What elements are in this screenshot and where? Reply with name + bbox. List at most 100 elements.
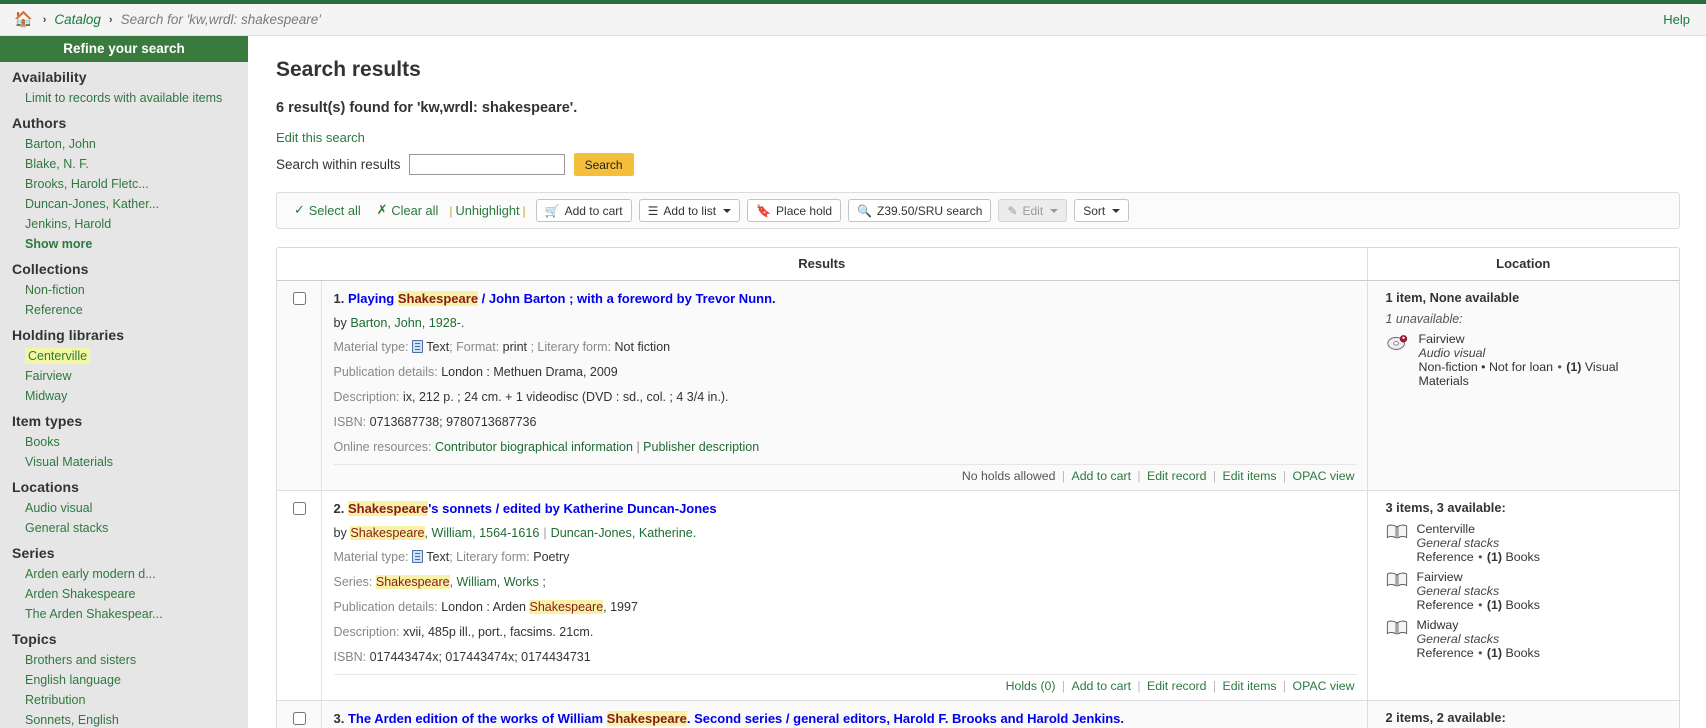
collection-name: Reference xyxy=(1416,550,1478,564)
action-separator: | xyxy=(1279,679,1290,693)
action-link[interactable]: Edit items xyxy=(1223,679,1277,693)
record-title: 1. Playing Shakespeare / John Barton ; w… xyxy=(334,290,1357,307)
search-within-input[interactable] xyxy=(408,154,565,175)
select-all-button[interactable]: ✓ Select all xyxy=(286,203,369,218)
publication-value-post: , 1997 xyxy=(603,600,638,614)
location-subtitle: 1 unavailable: xyxy=(1385,312,1463,326)
z3950-label: Z39.50/SRU search xyxy=(877,203,983,218)
place-hold-button[interactable]: 🔖 Place hold xyxy=(747,199,842,222)
publication-label: Publication details: xyxy=(333,365,442,379)
facet-item[interactable]: Non-fiction xyxy=(0,280,248,300)
action-link[interactable]: Edit record xyxy=(1147,679,1206,693)
add-to-cart-button[interactable]: 🛒 Add to cart xyxy=(535,199,632,222)
record-title-link[interactable]: Shakespeare's sonnets / edited by Kather… xyxy=(347,501,717,516)
book-icon-svg xyxy=(1386,524,1407,539)
home-icon[interactable]: 🏠 xyxy=(14,12,33,27)
facet-item[interactable]: Brothers and sisters xyxy=(0,650,248,670)
action-link[interactable]: OPAC view xyxy=(1293,679,1355,693)
author-link-2[interactable]: Duncan-Jones, Katherine. xyxy=(551,526,697,540)
facet-item[interactable]: Arden Shakespeare xyxy=(0,584,248,604)
material-type-line: Material type: Text; Literary form: Poet… xyxy=(334,549,1357,565)
column-header-results: Results xyxy=(277,248,1367,281)
facet-item[interactable]: Retribution xyxy=(0,690,248,710)
edit-button[interactable]: ✎ Edit xyxy=(998,199,1068,222)
shelving-location: General stacks xyxy=(1416,632,1500,646)
sort-button[interactable]: Sort xyxy=(1074,199,1130,222)
facet-item[interactable]: Visual Materials xyxy=(0,452,248,472)
facet-item[interactable]: Centerville xyxy=(0,346,248,366)
facet-group-title: Availability xyxy=(12,69,87,85)
row-select-checkbox[interactable] xyxy=(293,712,306,725)
table-row: 1. Playing Shakespeare / John Barton ; w… xyxy=(277,280,1679,491)
z3950-search-button[interactable]: 🔍 Z39.50/SRU search xyxy=(848,199,992,222)
action-link[interactable]: Add to cart xyxy=(1072,469,1131,483)
library-name: Centerville xyxy=(1416,522,1476,536)
facet-group: Topics Brothers and sisters English langua… xyxy=(0,624,248,728)
literary-form-label: ; Literary form: xyxy=(449,550,534,564)
record-number: 2. xyxy=(333,501,348,516)
shelving-location: Audio visual xyxy=(1418,346,1486,360)
series-link[interactable]: Shakespeare, William, Works ; xyxy=(375,575,546,589)
facet-item[interactable]: Brooks, Harold Fletc... xyxy=(0,174,248,194)
facet-item[interactable]: The Arden Shakespear... xyxy=(0,604,248,624)
action-link[interactable]: Holds (0) xyxy=(1006,679,1056,693)
result-count: 6 result(s) found for 'kw,wrdl: shakespe… xyxy=(276,100,578,116)
add-to-list-button[interactable]: ☰ Add to list xyxy=(638,199,741,222)
action-link[interactable]: OPAC view xyxy=(1293,469,1355,483)
check-icon: ✓ xyxy=(294,202,305,218)
description-value: xvii, 485p ill., port., facsims. 21cm. xyxy=(402,625,594,639)
bullet-icon: • xyxy=(1478,550,1486,564)
facet-item[interactable]: Sonnets, English xyxy=(0,710,248,728)
facet-group: Availability Limit to records with availa… xyxy=(0,62,248,108)
record-title-link[interactable]: Playing Shakespeare / John Barton ; with… xyxy=(348,291,776,306)
by-label: by xyxy=(333,316,351,330)
location-cell: 3 items, 3 available: Centerville General … xyxy=(1366,490,1679,701)
facet-item[interactable]: Show more xyxy=(0,234,248,254)
facet-item[interactable]: Fairview xyxy=(0,366,248,386)
facet-item[interactable]: Audio visual xyxy=(0,498,248,518)
facet-item[interactable]: Arden early modern d... xyxy=(0,564,248,584)
help-link[interactable]: Help xyxy=(1663,12,1690,27)
search-within-label: Search within results xyxy=(276,157,401,172)
facet-item[interactable]: Books xyxy=(0,432,248,452)
isbn-label: ISBN: xyxy=(333,650,370,664)
author-link[interactable]: Barton, John, 1928-. xyxy=(350,316,464,330)
online-resource-link[interactable]: Publisher description xyxy=(643,440,759,454)
title-text-post: 's sonnets / edited by Katherine Duncan-… xyxy=(428,501,717,516)
facet-item[interactable]: Midway xyxy=(0,386,248,406)
material-type-value: Text xyxy=(423,550,450,564)
material-type-label: Material type: xyxy=(333,550,413,564)
location-cell: 1 item, None available 1 unavailable: Fair… xyxy=(1366,280,1679,491)
facet-item[interactable]: English language xyxy=(0,670,248,690)
facet-item[interactable]: General stacks xyxy=(0,518,248,538)
sort-label: Sort xyxy=(1083,203,1106,218)
facet-item[interactable]: Limit to records with available items xyxy=(0,88,248,108)
call-number-line: Reference • (1) Books xyxy=(1417,598,1540,612)
facet-item[interactable]: Reference xyxy=(0,300,248,320)
publication-label: Publication details: xyxy=(333,600,442,614)
facet-item[interactable]: Jenkins, Harold xyxy=(0,214,248,234)
title-highlight-term: Shakespeare xyxy=(606,711,687,726)
facet-groups: Availability Limit to records with availa… xyxy=(0,62,248,728)
breadcrumb-catalog-link[interactable]: Catalog xyxy=(54,12,101,27)
facet-item[interactable]: Duncan-Jones, Kather... xyxy=(0,194,248,214)
row-select-checkbox[interactable] xyxy=(293,502,306,515)
row-select-checkbox[interactable] xyxy=(293,292,306,305)
location-cell: 2 items, 2 available:CentervilleGeneral … xyxy=(1366,700,1679,728)
edit-label: Edit xyxy=(1022,203,1044,218)
search-within-button[interactable]: Search xyxy=(573,153,634,176)
facet-item[interactable]: Barton, John xyxy=(0,134,248,154)
edit-this-search-link[interactable]: Edit this search xyxy=(276,130,1680,145)
online-resource-link[interactable]: Contributor biographical information xyxy=(435,440,633,454)
clear-all-button[interactable]: ✗ Clear all xyxy=(369,203,447,218)
title-text-pre: Playing xyxy=(347,291,398,306)
author-link[interactable]: Shakespeare, William, 1564-1616 xyxy=(350,526,539,540)
action-link[interactable]: Edit record xyxy=(1147,469,1206,483)
action-link[interactable]: Add to cart xyxy=(1072,679,1131,693)
action-link[interactable]: Edit items xyxy=(1223,469,1277,483)
unhighlight-button[interactable]: Unhighlight xyxy=(455,203,519,218)
book-icon xyxy=(1386,618,1408,660)
facet-item[interactable]: Blake, N. F. xyxy=(0,154,248,174)
record-title-link[interactable]: The Arden edition of the works of Willia… xyxy=(348,711,1124,726)
dvd-icon-svg xyxy=(1386,335,1407,350)
